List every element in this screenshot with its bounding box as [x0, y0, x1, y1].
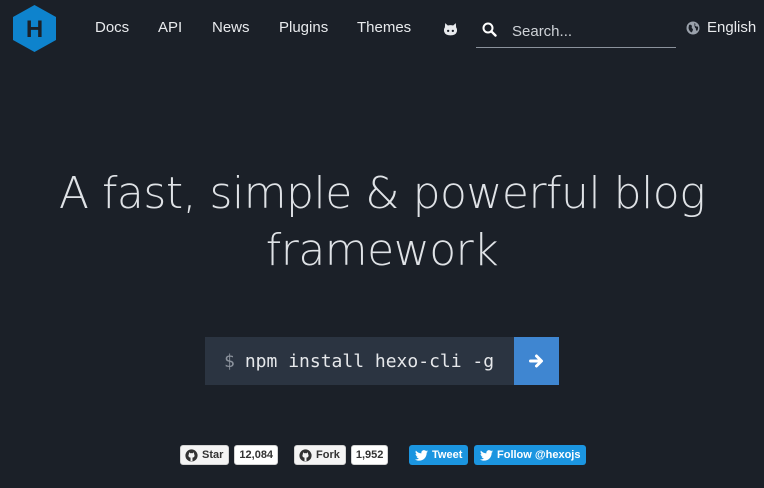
command-prompt: $ — [224, 350, 235, 372]
github-icon — [185, 448, 198, 462]
fork-count[interactable]: 1,952 — [350, 445, 389, 465]
twitter-icon — [480, 449, 493, 461]
follow-label: Follow @hexojs — [497, 449, 581, 461]
nav-api[interactable]: API — [158, 19, 182, 37]
tweet-button[interactable]: Tweet — [409, 445, 469, 465]
github-icon — [299, 448, 312, 462]
hero-title: A fast, simple & powerful blog framework — [0, 165, 764, 279]
search-input[interactable] — [512, 20, 672, 42]
hero-title-line-2: framework — [265, 225, 499, 276]
hexo-logo[interactable]: H — [13, 5, 56, 52]
nav-plugins[interactable]: Plugins — [279, 19, 328, 37]
nav-themes[interactable]: Themes — [357, 19, 411, 37]
fork-label: Fork — [316, 449, 340, 461]
nav-docs[interactable]: Docs — [95, 19, 129, 37]
github-star-widget: Star 12,084 — [180, 445, 279, 465]
github-icon[interactable] — [442, 21, 459, 38]
install-command: $ npm install hexo-cli -g — [205, 337, 559, 385]
get-started-button[interactable] — [514, 337, 559, 385]
follow-button[interactable]: Follow @hexojs — [474, 445, 587, 465]
search-icon — [482, 22, 497, 37]
language-label: English — [707, 19, 757, 36]
fork-button[interactable]: Fork — [294, 445, 346, 465]
twitter-icon — [415, 449, 428, 461]
arrow-right-icon — [528, 354, 543, 368]
site-header: H Docs API News Plugins Themes English — [0, 0, 764, 58]
logo-letter: H — [26, 16, 43, 43]
globe-icon — [686, 21, 700, 35]
command-box[interactable]: $ npm install hexo-cli -g — [205, 337, 514, 385]
nav-news[interactable]: News — [212, 19, 250, 37]
github-fork-widget: Fork 1,952 — [294, 445, 389, 465]
search-bar — [476, 14, 676, 48]
language-selector[interactable]: English — [686, 19, 756, 37]
tweet-label: Tweet — [432, 449, 463, 461]
command-text: npm install hexo-cli -g — [244, 350, 495, 372]
star-button[interactable]: Star — [180, 445, 230, 465]
star-count[interactable]: 12,084 — [234, 445, 279, 465]
hero-title-line-1: A fast, simple & powerful blog — [58, 168, 706, 219]
star-label: Star — [202, 449, 224, 461]
